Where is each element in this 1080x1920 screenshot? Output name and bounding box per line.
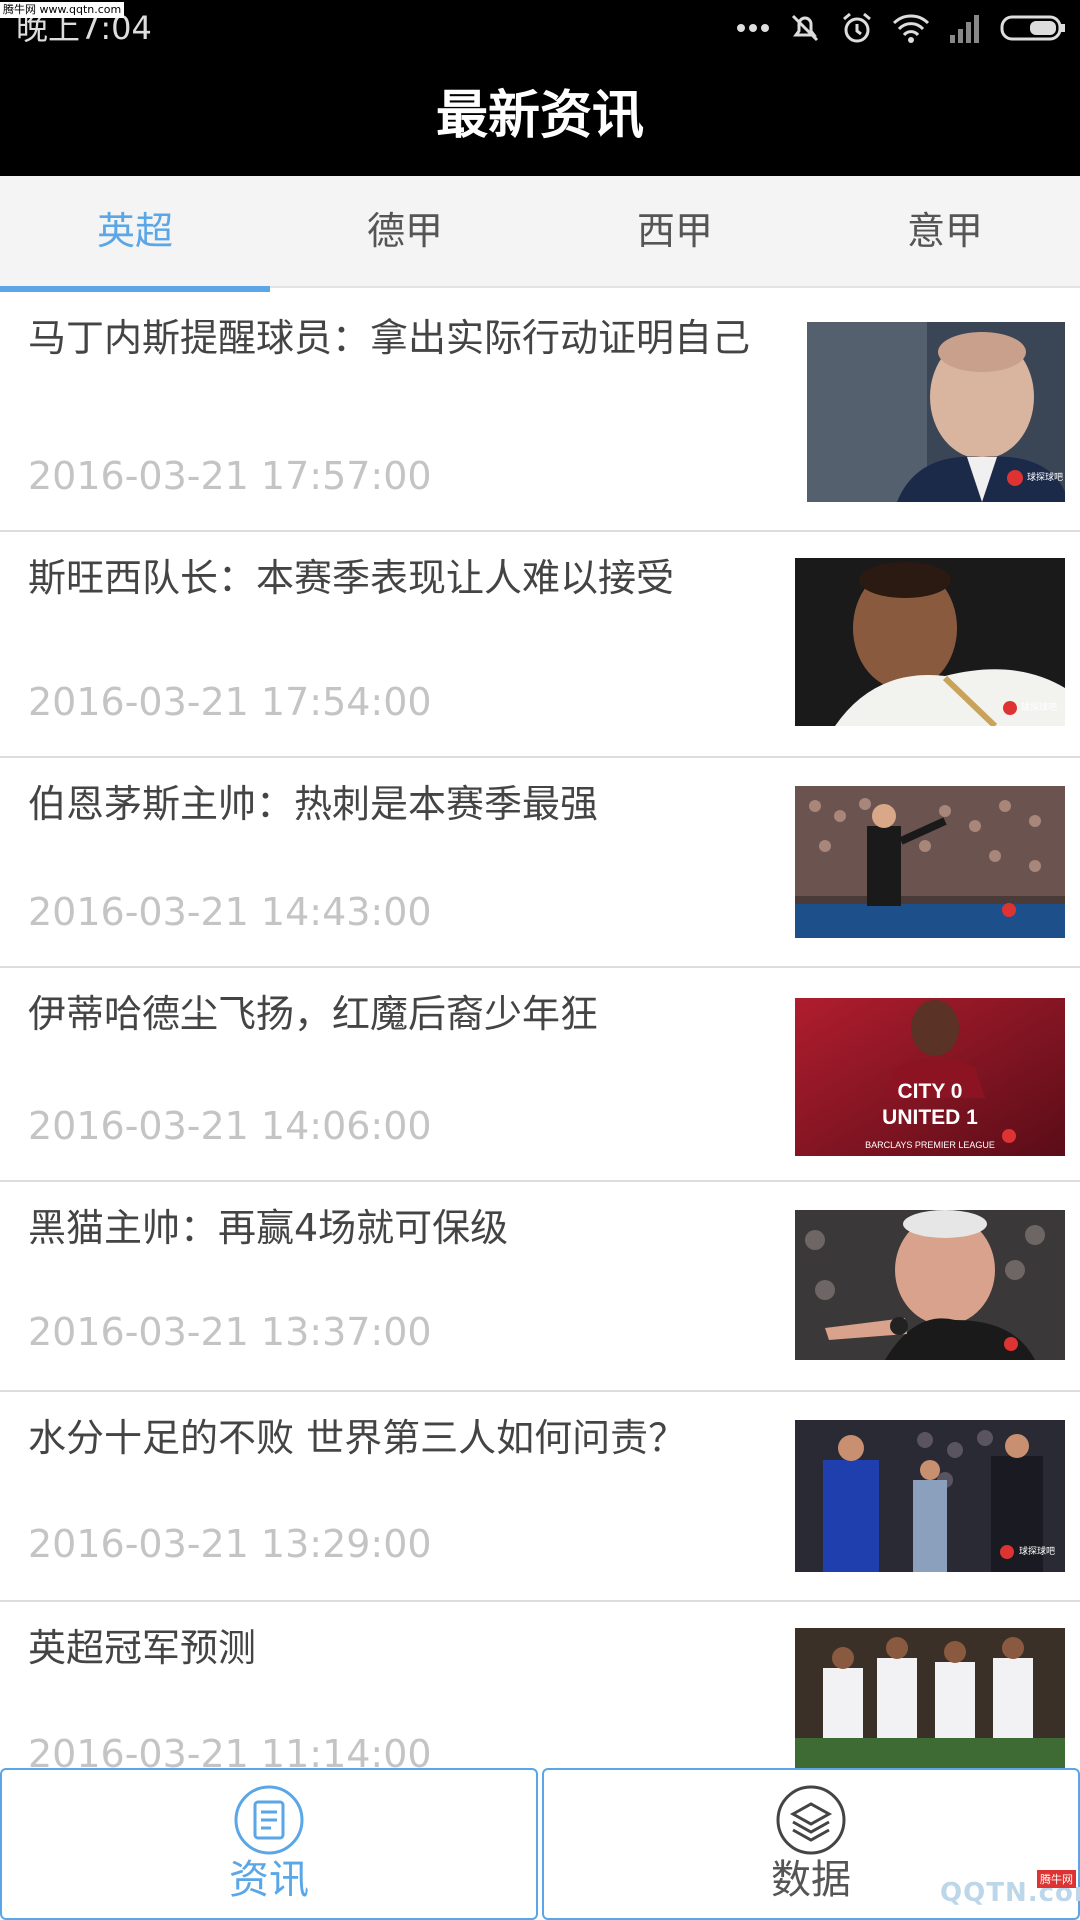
news-title: 水分十足的不败 世界第三人如何问责？: [28, 1416, 687, 1460]
news-title: 伊蒂哈德尘飞扬，红魔后裔少年狂: [28, 992, 599, 1036]
news-item[interactable]: 伯恩茅斯主帅：热刺是本赛季最强 2016-03-21 14:43:00: [0, 758, 1080, 968]
news-thumbnail: [795, 1628, 1065, 1778]
alarm-icon: [843, 12, 871, 43]
image-watermark: 球探球吧: [1027, 471, 1063, 482]
news-time: 2016-03-21 13:37:00: [28, 1310, 432, 1354]
league-tabs: 英超 德甲 西甲 意甲: [0, 176, 1080, 288]
news-time: 2016-03-21 17:54:00: [28, 680, 432, 724]
news-time: 2016-03-21 17:57:00: [28, 454, 432, 498]
mute-icon: [791, 14, 819, 42]
news-title: 斯旺西队长：本赛季表现让人难以接受: [28, 556, 675, 600]
image-league-caption: BARCLAYS PREMIER LEAGUE: [865, 1140, 995, 1150]
nav-news[interactable]: 资讯: [0, 1768, 538, 1920]
news-item[interactable]: 伊蒂哈德尘飞扬，红魔后裔少年狂 2016-03-21 14:06:00 CITY…: [0, 968, 1080, 1182]
battery-icon: [1000, 15, 1065, 41]
top-watermark: 腾牛网 www.qqtn.com: [0, 2, 125, 18]
image-watermark: 球探球吧: [1019, 1545, 1055, 1556]
news-thumbnail: [795, 1210, 1065, 1360]
news-thumbnail: CITY 0 UNITED 1 BARCLAYS PREMIER LEAGUE: [795, 998, 1065, 1156]
tab-la-liga[interactable]: 西甲: [540, 176, 810, 286]
image-watermark: 球探球吧: [1021, 701, 1057, 712]
news-thumbnail: [795, 786, 1065, 938]
status-bar: 晚上7:04 腾牛网 www.qqtn.com: [0, 0, 1080, 56]
news-title: 英超冠军预测: [28, 1626, 257, 1670]
page-title: 最新资讯: [435, 86, 644, 146]
nav-news-label: 资讯: [229, 1857, 309, 1903]
news-title: 马丁内斯提醒球员：拿出实际行动证明自己: [28, 316, 751, 360]
image-score-line2: UNITED 1: [882, 1106, 978, 1129]
signal-icon: [950, 15, 979, 43]
news-title: 黑猫主帅：再赢4场就可保级: [28, 1206, 509, 1250]
watermark-badge: 腾牛网: [1037, 1870, 1076, 1888]
news-time: 2016-03-21 13:29:00: [28, 1522, 432, 1566]
news-time: 2016-03-21 14:43:00: [28, 890, 432, 934]
layers-icon: [775, 1784, 847, 1860]
news-time: 2016-03-21 14:06:00: [28, 1104, 432, 1148]
status-icons: [736, 8, 1066, 48]
news-title: 伯恩茅斯主帅：热刺是本赛季最强: [28, 782, 599, 826]
news-thumbnail: 球探球吧: [807, 322, 1065, 502]
app-bar: 最新资讯: [0, 56, 1080, 176]
news-item[interactable]: 马丁内斯提醒球员：拿出实际行动证明自己 2016-03-21 17:57:00 …: [0, 292, 1080, 532]
image-score-line1: CITY 0: [898, 1080, 963, 1103]
tab-bundesliga[interactable]: 德甲: [270, 176, 540, 286]
bottom-watermark: QQTN.com 腾牛网: [900, 1870, 1080, 1918]
news-item[interactable]: 黑猫主帅：再赢4场就可保级 2016-03-21 13:37:00: [0, 1182, 1080, 1392]
news-thumbnail: 球探球吧: [795, 1420, 1065, 1572]
tab-serie-a[interactable]: 意甲: [810, 176, 1080, 286]
news-thumbnail: 球探球吧: [795, 558, 1065, 726]
tab-premier-league[interactable]: 英超: [0, 176, 270, 286]
news-doc-icon: [233, 1784, 305, 1860]
more-dots-icon: [737, 24, 769, 32]
news-item[interactable]: 斯旺西队长：本赛季表现让人难以接受 2016-03-21 17:54:00 球探…: [0, 532, 1080, 758]
wifi-icon: [892, 14, 930, 43]
news-item[interactable]: 水分十足的不败 世界第三人如何问责？ 2016-03-21 13:29:00 球…: [0, 1392, 1080, 1602]
